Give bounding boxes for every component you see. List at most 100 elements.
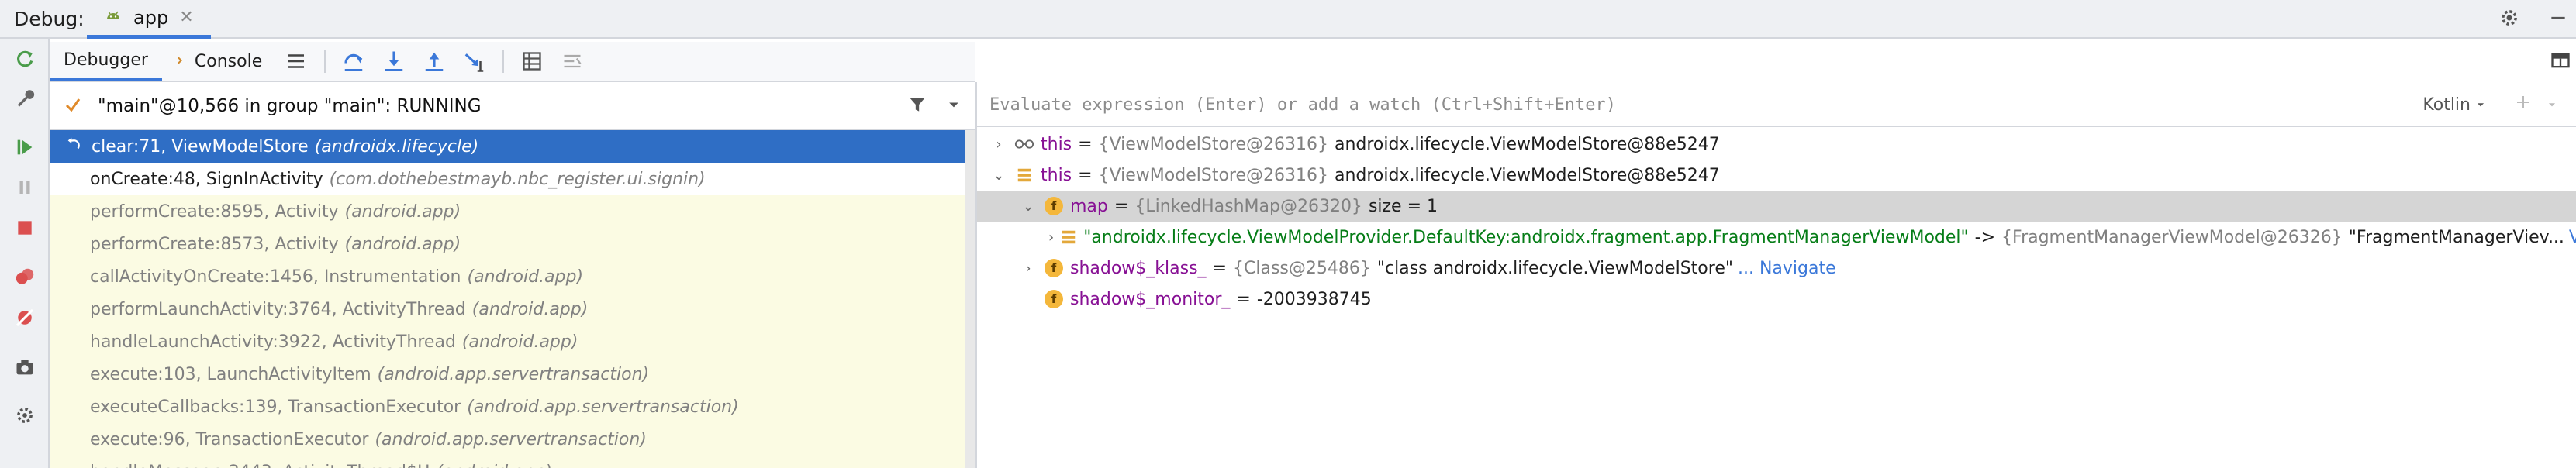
wrench-icon[interactable] [12,85,37,110]
resume-icon[interactable] [12,135,37,160]
chevron-down-icon [2475,95,2486,115]
thread-selector[interactable]: "main"@10,566 in group "main": RUNNING [50,84,975,130]
mute-breakpoints-icon[interactable] [12,305,37,330]
stack-frame[interactable]: handleMessage:2443, ActivityThread$H (and… [50,456,965,468]
filter-icon[interactable] [907,95,927,118]
variable-name: map [1070,196,1108,216]
variable-row[interactable]: ⌄ f map = {LinkedHashMap@26320} size = 1 [977,191,2576,222]
title-bar: Debug: app ✕ [0,0,2576,39]
stack-frame[interactable]: callActivityOnCreate:1456, Instrumentati… [50,260,965,293]
debug-label: Debug: [14,7,85,30]
variable-value: -2003938745 [1256,289,1372,309]
step-out-icon[interactable] [419,41,450,81]
field-icon: f [1044,289,1064,309]
gear-icon[interactable] [2498,7,2520,32]
trace-icon[interactable] [557,41,588,81]
minimize-icon[interactable] [2548,8,2568,31]
expand-right-icon[interactable]: › [1019,260,1038,277]
camera-icon[interactable] [12,355,37,380]
tab-console-label: Console [194,51,263,71]
pause-icon[interactable] [12,175,37,200]
language-label: Kotlin [2422,95,2471,115]
stop-icon[interactable] [12,215,37,240]
variable-value: "FragmentManagerViev... [2348,227,2564,247]
variable-type: {ViewModelStore@26316} [1098,165,1328,185]
navigate-link[interactable]: View [2569,228,2576,247]
variable-row[interactable]: › f shadow$_klass_ = {Class@25486} "class and… [977,253,2576,284]
variable-row[interactable]: › "androidx.lifecycle.ViewModelProvider.D… [977,222,2576,253]
expand-down-icon[interactable]: ⌄ [989,167,1008,184]
settings-icon[interactable] [12,403,37,428]
title-actions [2498,0,2568,39]
variable-value: "class androidx.lifecycle.ViewModelStore… [1376,258,1733,278]
map-entry-arrow: -> [1974,227,1996,247]
stack-frame[interactable]: onCreate:48, SignInActivity (com.dothebes… [50,163,965,195]
step-over-icon[interactable] [338,41,369,81]
frame-package: (android.app) [344,201,461,222]
equals-sign: = [1212,258,1227,278]
variable-row[interactable]: f shadow$_monitor_ = -2003938745 [977,284,2576,315]
variable-type: {FragmentManagerViewModel@26326} [2001,227,2343,247]
frame-method: performLaunchActivity:3764, ActivityThre… [90,299,466,319]
expand-down-icon[interactable]: ⌄ [1019,198,1038,215]
expand-right-icon[interactable]: › [989,136,1008,153]
navigate-link[interactable]: ... Navigate [1738,259,1836,278]
equals-sign: = [1114,196,1129,216]
view-breakpoints-icon[interactable] [12,265,37,290]
frame-package: (android.app.servertransaction) [377,364,650,384]
variables-tree: › this = {ViewModelStore@26316} androidx.lif… [977,129,2576,468]
variable-row[interactable]: ⌄ this = {ViewModelStore@26316} androidx.lif… [977,160,2576,191]
stack-frame[interactable]: execute:103, LaunchActivityItem (android.… [50,358,965,391]
evaluate-expression-input[interactable] [988,94,2384,115]
equals-sign: = [1078,165,1093,185]
evaluate-expression-icon[interactable] [516,41,547,81]
stack-frame[interactable]: performLaunchActivity:3764, ActivityThre… [50,293,965,325]
rerun-icon[interactable] [12,46,37,71]
layout-icon[interactable] [2550,50,2571,74]
stack-frame[interactable]: handleLaunchActivity:3922, ActivityThrea… [50,325,965,358]
stack-frame[interactable]: execute:96, TransactionExecutor (android.… [50,423,965,456]
chevron-down-icon[interactable] [946,97,962,115]
stack-frame[interactable]: clear:71, ViewModelStore (androidx.lifecy… [50,130,965,163]
step-into-icon[interactable] [378,41,409,81]
close-icon[interactable]: ✕ [179,8,193,27]
menu-icon[interactable] [281,41,312,81]
variable-value: androidx.lifecycle.ViewModelStore@88e524… [1334,134,1720,154]
entry-icon [1060,227,1077,247]
add-watch-icon[interactable] [2514,93,2533,116]
field-icon: f [1044,196,1064,216]
debug-tool-window: Debug: app ✕ Debugger Console "main"@10,… [0,0,2576,468]
frame-method: clear:71, ViewModelStore [92,136,309,157]
frame-method: executeCallbacks:139, TransactionExecuto… [90,397,461,417]
tab-app-label: app [133,6,169,29]
evaluate-bar: Kotlin [977,84,2576,127]
run-to-cursor-icon[interactable] [459,41,490,81]
map-entry-key: "androidx.lifecycle.ViewModelProvider.De… [1083,227,1969,247]
current-frame-icon [65,136,82,157]
variable-value: androidx.lifecycle.ViewModelStore@88e524… [1334,165,1720,185]
frame-method: handleLaunchActivity:3922, ActivityThrea… [90,332,456,352]
stack-frame[interactable]: performCreate:8595, Activity (android.app… [50,195,965,228]
tab-console[interactable]: Console [162,41,276,81]
frame-method: execute:96, TransactionExecutor [90,429,369,449]
variable-name: this [1041,165,1072,185]
stack-frame[interactable]: performCreate:8573, Activity (android.app… [50,228,965,260]
language-selector[interactable]: Kotlin [2422,93,2557,116]
variable-type: {ViewModelStore@26316} [1098,134,1328,154]
console-icon [176,52,188,71]
chevron-down-icon[interactable] [2547,95,2557,115]
android-icon [104,7,123,29]
frame-method: onCreate:48, SignInActivity [90,169,323,189]
debugger-toolbar: Debugger Console [50,42,975,82]
equals-sign: = [1236,289,1251,309]
variable-type: {Class@25486} [1233,258,1371,278]
variable-type: {LinkedHashMap@26320} [1134,196,1362,216]
stack-frame[interactable]: executeCallbacks:139, TransactionExecuto… [50,391,965,423]
frame-method: handleMessage:2443, ActivityThread$H [90,463,430,468]
tab-debugger[interactable]: Debugger [50,41,162,81]
frame-package: (android.app) [471,299,589,319]
expand-right-icon[interactable]: › [1048,229,1054,246]
frame-package: (android.app) [437,463,553,468]
variable-row[interactable]: › this = {ViewModelStore@26316} androidx.lif… [977,129,2576,160]
tab-app[interactable]: app ✕ [87,0,211,39]
